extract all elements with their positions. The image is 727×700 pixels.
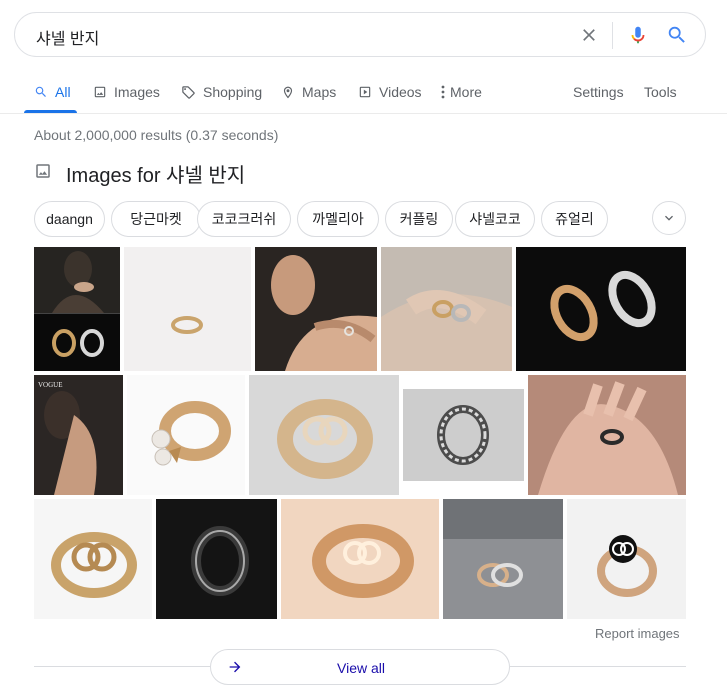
report-images-link[interactable]: Report images xyxy=(595,626,680,641)
search-input[interactable]: 샤넬 반지 xyxy=(36,25,99,49)
result-stats: About 2,000,000 results (0.37 seconds) xyxy=(34,127,279,143)
image-thumbnail[interactable] xyxy=(381,247,512,371)
hand-ring-closeup-image xyxy=(528,375,686,495)
image-thumbnail[interactable] xyxy=(281,499,439,619)
tabs-divider xyxy=(0,113,727,114)
black-enamel-ring-image xyxy=(567,499,686,619)
tab-label: Images xyxy=(114,84,160,100)
hand-with-ring-image xyxy=(255,247,377,371)
tab-videos[interactable]: Videos xyxy=(358,70,422,114)
images-heading-title: Images for 샤넬 반지 xyxy=(66,164,246,187)
fingers-with-rings-image xyxy=(381,247,512,371)
tools-label: Tools xyxy=(644,84,677,100)
play-icon xyxy=(358,85,372,99)
tab-label: More xyxy=(450,84,482,100)
two-rings-black-image xyxy=(516,247,686,371)
image-thumbnail[interactable] xyxy=(124,247,251,371)
pearl-ring-image xyxy=(127,375,245,495)
expand-chips-button[interactable] xyxy=(652,201,686,235)
gold-cc-ring-image xyxy=(34,499,152,619)
tab-images[interactable]: Images xyxy=(93,70,160,114)
black-ceramic-ring-image xyxy=(156,499,277,619)
more-vert-icon xyxy=(441,85,445,99)
tab-label: Maps xyxy=(302,84,337,100)
image-thumbnail[interactable] xyxy=(249,375,399,495)
view-all-label: View all xyxy=(337,660,385,676)
image-icon xyxy=(93,85,107,99)
tab-maps[interactable]: Maps xyxy=(281,70,336,114)
chip[interactable]: 커플링 xyxy=(385,201,453,237)
image-thumbnail[interactable] xyxy=(34,247,120,371)
search-button[interactable] xyxy=(665,23,689,47)
search-tabs: All Images Shopping Maps Videos More Set… xyxy=(0,70,727,114)
image-thumbnail[interactable] xyxy=(403,389,524,481)
silver-ring-image xyxy=(403,389,524,481)
chip[interactable]: 까멜리아 xyxy=(297,201,379,237)
divider xyxy=(510,666,686,667)
chip[interactable]: 코코크러쉬 xyxy=(197,201,291,237)
search-box[interactable]: 샤넬 반지 xyxy=(14,12,706,57)
image-thumbnail[interactable] xyxy=(516,247,686,371)
voice-search-button[interactable] xyxy=(626,23,650,47)
view-all-button[interactable]: View all xyxy=(210,649,510,685)
image-thumbnail[interactable] xyxy=(34,499,152,619)
close-icon xyxy=(583,29,595,41)
image-thumbnail[interactable] xyxy=(255,247,377,371)
microphone-icon xyxy=(631,26,645,44)
single-ring-image xyxy=(124,247,251,371)
tools-link[interactable]: Tools xyxy=(644,70,677,114)
image-thumbnail[interactable] xyxy=(528,375,686,495)
model-with-rings-image xyxy=(34,247,120,371)
search-icon xyxy=(668,26,685,43)
search-divider xyxy=(612,22,613,49)
settings-link[interactable]: Settings xyxy=(573,70,624,114)
magazine-model-image: VOGUE xyxy=(34,375,123,495)
chip[interactable]: 샤넬코코 xyxy=(455,201,535,237)
image-icon xyxy=(34,162,52,185)
image-thumbnail[interactable] xyxy=(567,499,686,619)
map-pin-icon xyxy=(281,85,295,100)
couple-rings-image xyxy=(443,499,563,619)
chip[interactable]: 당근마켓 xyxy=(111,201,201,237)
tab-all[interactable]: All xyxy=(34,70,71,114)
clear-search-button[interactable] xyxy=(577,23,601,47)
tab-more[interactable]: More xyxy=(441,70,482,114)
images-section-heading[interactable]: Images for 샤넬 반지 xyxy=(34,160,246,187)
svg-text:VOGUE: VOGUE xyxy=(38,381,63,389)
tag-icon xyxy=(181,85,196,100)
divider xyxy=(34,666,210,667)
chip[interactable]: daangn xyxy=(34,201,105,237)
rose-gold-ring-image xyxy=(281,499,439,619)
tab-label: All xyxy=(55,84,71,100)
image-thumbnail[interactable] xyxy=(156,499,277,619)
tab-shopping[interactable]: Shopping xyxy=(181,70,262,114)
search-icon xyxy=(34,85,48,99)
image-thumbnail[interactable] xyxy=(443,499,563,619)
chevron-down-icon xyxy=(665,215,673,221)
image-thumbnail[interactable]: VOGUE xyxy=(34,375,123,495)
tab-label: Shopping xyxy=(203,84,263,100)
tab-label: Videos xyxy=(379,84,422,100)
cc-logo-ring-image xyxy=(249,375,399,495)
image-thumbnail[interactable] xyxy=(127,375,245,495)
chip[interactable]: 쥬얼리 xyxy=(541,201,608,237)
settings-label: Settings xyxy=(573,84,624,100)
